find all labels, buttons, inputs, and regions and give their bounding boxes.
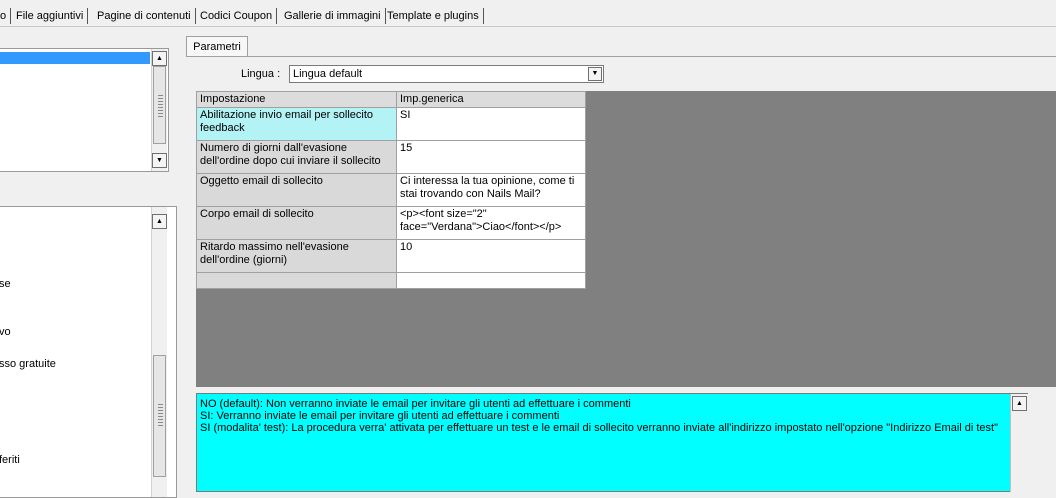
setting-value-cell[interactable]: 15: [396, 140, 586, 174]
tab-pagine-di-contenuti[interactable]: Pagine di contenuti: [93, 8, 196, 24]
selected-list-item[interactable]: [0, 52, 150, 64]
settings-grid: Impostazione Imp.generica Abilitazione i…: [196, 91, 586, 289]
scroll-down-icon[interactable]: ▼: [152, 153, 167, 168]
setting-name-cell[interactable]: Oggetto email di sollecito: [196, 173, 397, 207]
list-item[interactable]: se: [0, 278, 11, 290]
scroll-up-icon[interactable]: ▲: [152, 214, 167, 229]
top-tab-strip: o File aggiuntivi Pagine di contenuti Co…: [0, 0, 1056, 27]
lingua-label: Lingua :: [241, 68, 281, 80]
tab-partial[interactable]: o: [0, 8, 12, 24]
scrollbar-thumb[interactable]: [153, 66, 166, 144]
table-row[interactable]: Abilitazione invio email per sollecito f…: [196, 107, 586, 141]
list-item[interactable]: feriti: [0, 454, 20, 466]
chevron-down-icon[interactable]: ▼: [588, 67, 602, 81]
list-item[interactable]: vo: [0, 326, 11, 338]
left-upper-list[interactable]: ▲ ▼: [0, 48, 169, 172]
setting-value-cell[interactable]: Ci interessa la tua opinione, come ti st…: [396, 173, 586, 207]
table-row[interactable]: Corpo email di sollecito <p><font size="…: [196, 206, 586, 240]
table-row[interactable]: [196, 272, 586, 289]
scrollbar-thumb[interactable]: [153, 355, 166, 477]
tab-template-e-plugins[interactable]: Template e plugins: [383, 8, 484, 24]
setting-name-cell[interactable]: Corpo email di sollecito: [196, 206, 397, 240]
column-header-setting[interactable]: Impostazione: [196, 91, 397, 108]
lingua-select[interactable]: Lingua default ▼: [289, 65, 604, 83]
column-header-value[interactable]: Imp.generica: [396, 91, 586, 108]
tab-codici-coupon[interactable]: Codici Coupon: [196, 8, 278, 24]
table-row[interactable]: Ritardo massimo nell'evasione dell'ordin…: [196, 239, 586, 273]
list-item[interactable]: sso gratuite: [0, 358, 56, 370]
setting-name-cell[interactable]: [196, 272, 397, 289]
tab-gallerie-di-immagini[interactable]: Gallerie di immagini: [280, 8, 386, 24]
table-row[interactable]: Oggetto email di sollecito Ci interessa …: [196, 173, 586, 207]
upper-scrollbar[interactable]: ▲ ▼: [151, 49, 167, 171]
lower-scrollbar[interactable]: ▲: [151, 207, 167, 497]
scroll-up-icon[interactable]: ▲: [152, 51, 167, 66]
setting-value-cell[interactable]: <p><font size="2" face="Verdana">Ciao</f…: [396, 206, 586, 240]
tab-parametri[interactable]: Parametri: [186, 36, 248, 57]
description-box[interactable]: NO (default): Non verranno inviate le em…: [196, 393, 1028, 492]
tab-divider: [186, 56, 1056, 57]
setting-value-cell[interactable]: [396, 272, 586, 289]
tab-file-aggiuntivi[interactable]: File aggiuntivi: [12, 8, 89, 24]
left-lower-list[interactable]: se vo sso gratuite feriti ▲: [0, 206, 177, 498]
setting-value-cell[interactable]: SI: [396, 107, 586, 141]
scroll-up-icon[interactable]: ▲: [1012, 396, 1027, 411]
description-line: SI (modalita' test): La procedura verra'…: [200, 422, 999, 434]
description-line: SI: Verranno inviate le email per invita…: [200, 410, 560, 422]
table-row[interactable]: Numero di giorni dall'evasione dell'ordi…: [196, 140, 586, 174]
setting-value-cell[interactable]: 10: [396, 239, 586, 273]
setting-name-cell[interactable]: Abilitazione invio email per sollecito f…: [196, 107, 397, 141]
description-scrollbar[interactable]: ▲: [1010, 394, 1028, 492]
lingua-value: Lingua default: [293, 68, 363, 80]
setting-name-cell[interactable]: Numero di giorni dall'evasione dell'ordi…: [196, 140, 397, 174]
description-line: NO (default): Non verranno inviate le em…: [200, 398, 631, 410]
setting-name-cell[interactable]: Ritardo massimo nell'evasione dell'ordin…: [196, 239, 397, 273]
